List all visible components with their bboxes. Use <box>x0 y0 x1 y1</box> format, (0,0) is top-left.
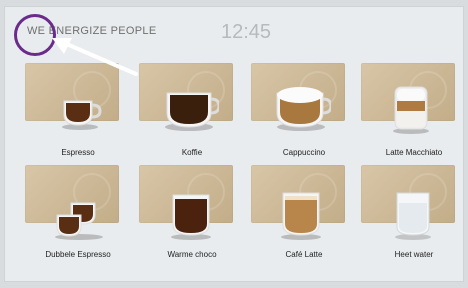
latte-macchiato-glass-icon <box>393 86 429 134</box>
annotation-arrow-icon <box>52 38 138 76</box>
drink-tile-cappuccino[interactable]: Cappuccino <box>249 63 359 167</box>
cafe-latte-cup-icon <box>281 192 321 240</box>
drink-label: Heet water <box>394 250 434 259</box>
drink-tile-dubbele-espresso[interactable]: Dubbele Espresso <box>23 165 133 269</box>
drink-label: Koffie <box>181 148 203 157</box>
hot-chocolate-cup-icon <box>171 194 211 240</box>
drink-label: Dubbele Espresso <box>45 250 111 259</box>
cappuccino-cup-icon <box>276 87 331 131</box>
drink-label: Warme choco <box>167 250 217 259</box>
clock-time: 12:45 <box>221 21 272 43</box>
page-indicator <box>231 277 255 281</box>
drink-label: Café Latte <box>285 250 323 259</box>
drink-label: Espresso <box>61 148 95 157</box>
drink-tile-heet-water[interactable]: Heet water <box>359 165 463 269</box>
espresso-cup-icon <box>62 100 102 130</box>
drink-tile-latte-macchiato[interactable]: Latte Macchiato <box>359 63 463 167</box>
hot-water-glass-icon <box>395 192 431 240</box>
drink-tile-cafe-latte[interactable]: Café Latte <box>249 165 359 269</box>
drink-tile-warme-choco[interactable]: Warme choco <box>137 165 247 269</box>
drink-label: Latte Macchiato <box>385 148 443 157</box>
double-espresso-cups-icon <box>55 202 103 240</box>
coffee-cup-icon <box>165 92 219 131</box>
drink-tile-koffie[interactable]: Koffie <box>137 63 247 167</box>
drink-label: Cappuccino <box>282 148 326 157</box>
